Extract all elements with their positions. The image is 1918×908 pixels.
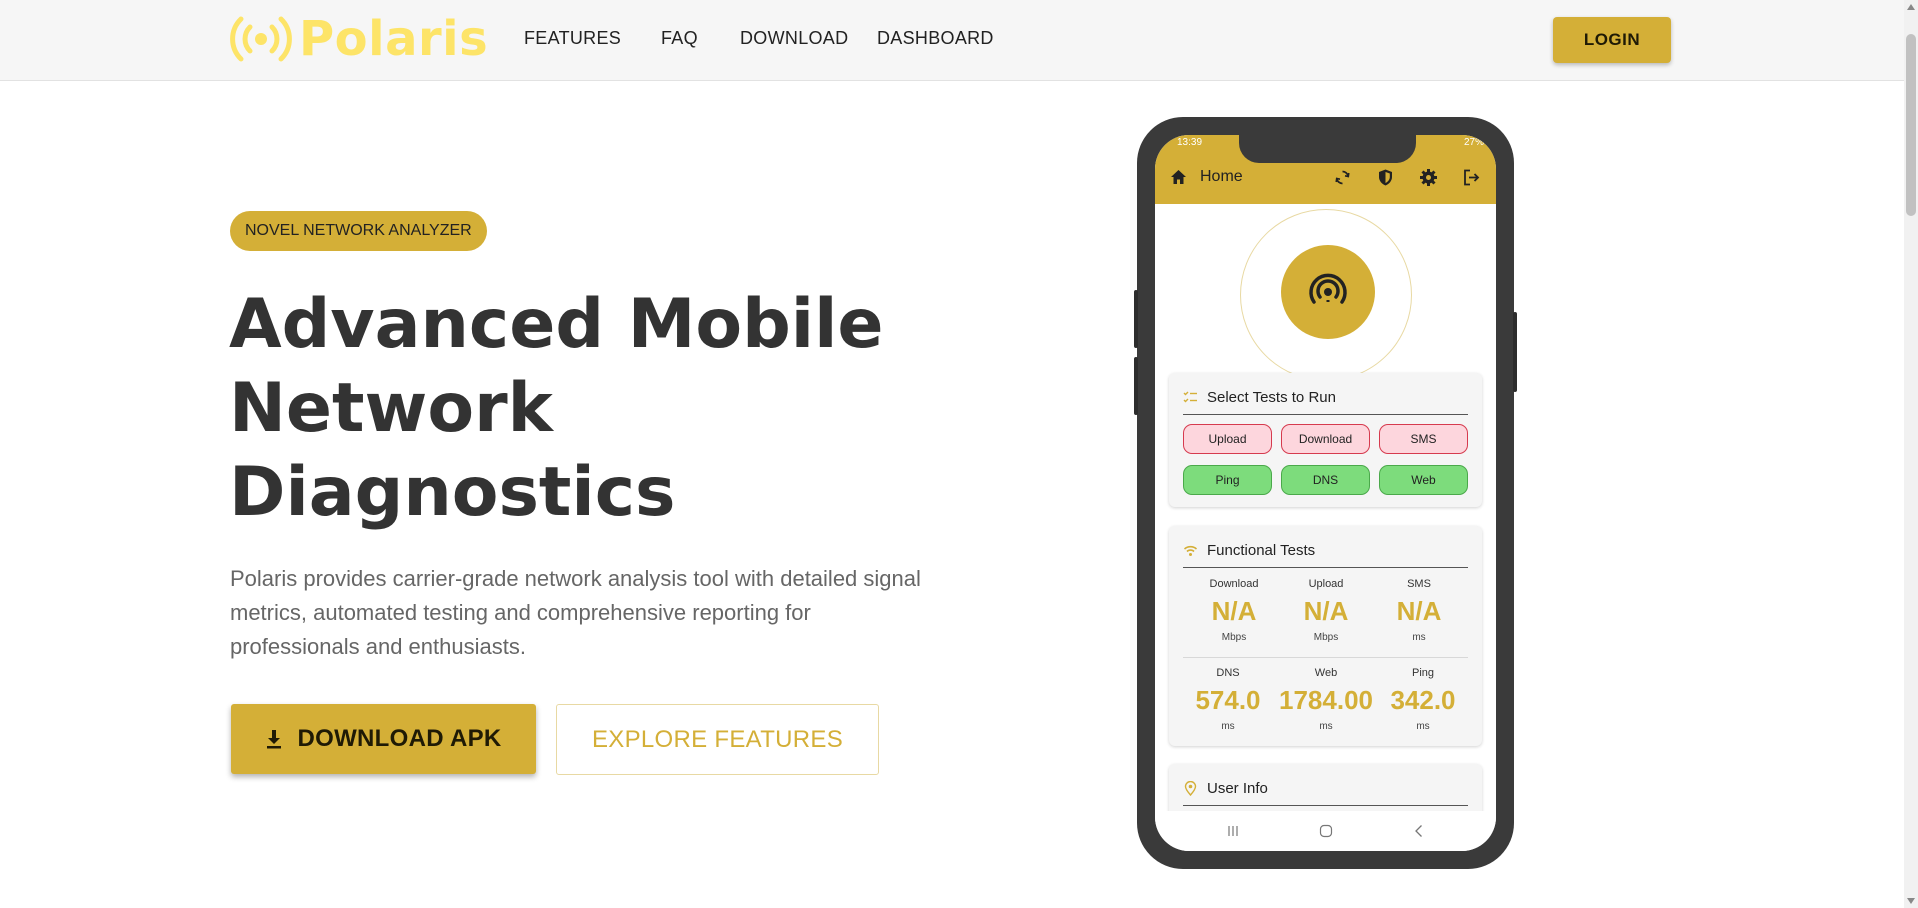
select-tests-header: Select Tests to Run xyxy=(1183,387,1468,407)
test-chip-upload[interactable]: Upload xyxy=(1183,424,1272,454)
metric-sms: SMS N/A ms xyxy=(1371,578,1467,643)
nav-link-download[interactable]: DOWNLOAD xyxy=(740,28,848,49)
scrollbar-thumb[interactable] xyxy=(1906,34,1916,216)
metric-label: Web xyxy=(1314,667,1338,679)
login-button[interactable]: LOGIN xyxy=(1553,17,1671,63)
wireless-signal-icon xyxy=(1309,273,1347,304)
metric-download: Download N/A Mbps xyxy=(1186,578,1282,643)
home-icon[interactable] xyxy=(1170,169,1187,185)
metric-value: 574.0 xyxy=(1195,685,1261,715)
nav-link-faq[interactable]: FAQ xyxy=(661,28,698,49)
metric-unit: Mbps xyxy=(1313,632,1339,643)
metric-unit: Mbps xyxy=(1221,632,1247,643)
app-content: Select Tests to Run Upload Download SMS … xyxy=(1155,204,1496,844)
test-chip-ping[interactable]: Ping xyxy=(1183,465,1272,495)
phone-power-button xyxy=(1513,312,1517,392)
location-pin-icon xyxy=(1184,780,1197,796)
shield-icon[interactable] xyxy=(1376,168,1395,187)
metric-dns: DNS 574.0 ms xyxy=(1180,667,1276,732)
metric-ping: Ping 342.0 ms xyxy=(1375,667,1471,732)
select-tests-title: Select Tests to Run xyxy=(1207,388,1336,406)
hero-badge: NOVEL NETWORK ANALYZER xyxy=(230,211,487,251)
metric-upload: Upload N/A Mbps xyxy=(1278,578,1374,643)
broadcast-signal-icon xyxy=(230,16,292,62)
metric-value: N/A xyxy=(1396,596,1442,626)
user-info-title: User Info xyxy=(1207,779,1268,797)
scroll-up-arrow-icon[interactable] xyxy=(1907,4,1915,10)
download-apk-button[interactable]: DOWNLOAD APK xyxy=(231,704,536,774)
status-battery: 27% xyxy=(1463,137,1484,148)
divider xyxy=(1183,805,1468,806)
home-circle-icon[interactable] xyxy=(1318,823,1334,839)
divider xyxy=(1183,414,1468,415)
top-navbar: Polaris FEATURES FAQ DOWNLOAD DASHBOARD … xyxy=(0,0,1904,81)
metric-value: N/A xyxy=(1303,596,1349,626)
phone-screen: 13:39 27% Home Select Tests to Run Uploa… xyxy=(1155,135,1496,851)
phone-notch xyxy=(1239,135,1416,163)
metric-label: Upload xyxy=(1308,578,1344,590)
system-nav-bar xyxy=(1155,811,1496,851)
metric-label: Download xyxy=(1209,578,1259,590)
user-info-header: User Info xyxy=(1183,778,1468,798)
brand-logo[interactable]: Polaris xyxy=(229,14,488,64)
metric-unit: ms xyxy=(1319,721,1333,732)
functional-tests-header: Functional Tests xyxy=(1183,540,1468,560)
metric-unit: ms xyxy=(1221,721,1235,732)
metric-value: N/A xyxy=(1211,596,1257,626)
metric-value: 1784.00 xyxy=(1279,685,1373,715)
metric-unit: ms xyxy=(1416,721,1430,732)
nav-link-dashboard[interactable]: DASHBOARD xyxy=(877,28,994,49)
functional-tests-card: Functional Tests Download N/A Mbps Uploa… xyxy=(1169,526,1482,746)
page-scrollbar[interactable] xyxy=(1904,0,1918,908)
gear-icon[interactable] xyxy=(1419,168,1438,187)
divider xyxy=(1183,657,1468,658)
select-tests-card: Select Tests to Run Upload Download SMS … xyxy=(1169,373,1482,507)
scroll-down-arrow-icon[interactable] xyxy=(1907,898,1915,904)
metric-unit: ms xyxy=(1412,632,1426,643)
metric-label: DNS xyxy=(1216,667,1240,679)
nav-link-features[interactable]: FEATURES xyxy=(524,28,621,49)
start-scan-button[interactable] xyxy=(1281,245,1375,339)
metric-label: SMS xyxy=(1407,578,1431,590)
metric-label: Ping xyxy=(1411,667,1435,679)
metric-web: Web 1784.00 ms xyxy=(1266,667,1386,732)
hero-title-line: Diagnostics xyxy=(229,453,676,532)
test-chip-dns[interactable]: DNS xyxy=(1281,465,1370,495)
hero-description: Polaris provides carrier-grade network a… xyxy=(230,566,921,659)
hero-title-line: Network xyxy=(229,369,553,448)
divider xyxy=(1183,567,1468,568)
phone-mockup: 13:39 27% Home Select Tests to Run Uploa… xyxy=(1134,117,1517,869)
phone-volume-down xyxy=(1134,357,1138,415)
explore-features-button[interactable]: EXPLORE FEATURES xyxy=(556,704,879,775)
hero-title-line: Advanced Mobile xyxy=(229,285,884,364)
test-chip-web[interactable]: Web xyxy=(1379,465,1468,495)
hero-title: Advanced Mobile Network Diagnostics xyxy=(229,283,949,535)
functional-tests-title: Functional Tests xyxy=(1207,541,1316,559)
checklist-icon xyxy=(1183,391,1197,402)
back-icon[interactable] xyxy=(1411,823,1427,839)
brand-name: Polaris xyxy=(299,11,489,67)
logout-icon[interactable] xyxy=(1462,168,1481,187)
sync-icon[interactable] xyxy=(1333,168,1352,187)
recents-icon[interactable] xyxy=(1225,823,1241,839)
app-bar-title: Home xyxy=(1200,168,1243,185)
metric-value: 342.0 xyxy=(1390,685,1456,715)
download-apk-label: DOWNLOAD APK xyxy=(297,725,502,752)
status-time: 13:39 xyxy=(1177,137,1203,148)
test-chip-sms[interactable]: SMS xyxy=(1379,424,1468,454)
download-icon xyxy=(267,730,282,749)
wifi-icon xyxy=(1183,545,1198,556)
test-chip-download[interactable]: Download xyxy=(1281,424,1370,454)
phone-volume-up xyxy=(1134,290,1138,348)
